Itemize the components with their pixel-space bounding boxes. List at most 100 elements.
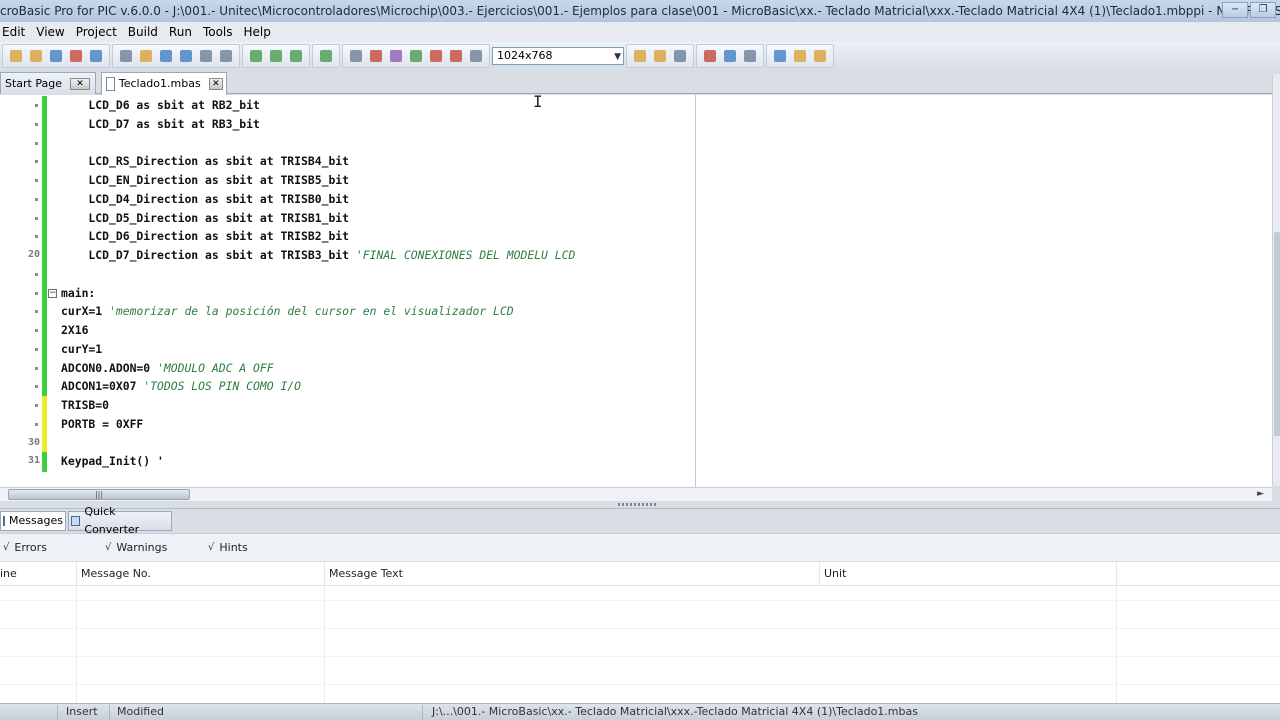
- code-line[interactable]: Keypad_Init() ': [61, 452, 164, 471]
- layout-delete-icon[interactable]: [671, 47, 689, 65]
- about-icon[interactable]: [811, 47, 829, 65]
- gutter-dot: [35, 366, 38, 370]
- menu-edit[interactable]: Edit: [0, 25, 33, 39]
- statistics-icon[interactable]: [701, 47, 719, 65]
- save-as-icon[interactable]: [197, 47, 215, 65]
- filter-hints[interactable]: √ Hints: [208, 541, 248, 554]
- code-line[interactable]: PORTB = 0XFF: [61, 415, 143, 434]
- code-line[interactable]: 2X16: [61, 321, 88, 340]
- column-message-no[interactable]: Message No.: [81, 567, 151, 580]
- column-line[interactable]: ine: [0, 567, 17, 580]
- filter-label: Warnings: [116, 541, 168, 554]
- menu-bar: Edit View Project Build Run Tools Help: [0, 22, 1280, 42]
- new-file-icon[interactable]: [117, 47, 135, 65]
- code-line[interactable]: LCD_EN_Direction as sbit at TRISB5_bit: [61, 171, 349, 190]
- column-unit[interactable]: Unit: [824, 567, 846, 580]
- checkbox-icon[interactable]: √: [105, 542, 111, 553]
- new-project-icon[interactable]: [27, 47, 45, 65]
- tab-teclado1[interactable]: Teclado1.mbas ✕: [101, 72, 227, 95]
- code-editor[interactable]: I LCD_D6 as sbit at RB2_bit LCD_D7 as sb…: [0, 95, 1272, 487]
- build-all-icon[interactable]: [267, 47, 285, 65]
- column-divider: [324, 586, 325, 703]
- menu-help[interactable]: Help: [241, 25, 279, 39]
- code-text: LCD_D4_Direction as sbit at TRISB0_bit: [61, 191, 350, 206]
- column-divider: [76, 586, 77, 703]
- menu-build[interactable]: Build: [125, 25, 166, 39]
- key-icon[interactable]: [791, 47, 809, 65]
- ascii-table-icon[interactable]: [721, 47, 739, 65]
- options-icon[interactable]: [427, 47, 445, 65]
- code-line[interactable]: main:: [61, 284, 95, 303]
- layout-save-icon[interactable]: [651, 47, 669, 65]
- code-line[interactable]: curY=1: [61, 340, 102, 359]
- terminal-icon[interactable]: [407, 47, 425, 65]
- print-icon[interactable]: [217, 47, 235, 65]
- checkbox-icon[interactable]: √: [3, 542, 9, 553]
- messages-table-header: ine Message No. Message Text Unit: [0, 562, 1280, 586]
- save-project-icon[interactable]: [47, 47, 65, 65]
- chip-icon[interactable]: [347, 47, 365, 65]
- menu-project[interactable]: Project: [73, 25, 125, 39]
- tab-label: Start Page: [5, 76, 62, 90]
- row-separator: [0, 628, 1280, 629]
- code-line[interactable]: ADCON0.ADON=0 'MODULO ADC A OFF: [61, 359, 274, 378]
- resolution-select[interactable]: 1024x768 ▼: [492, 47, 624, 65]
- save-file-icon[interactable]: [157, 47, 175, 65]
- horizontal-scrollbar[interactable]: ||| ►: [0, 487, 1272, 501]
- code-line[interactable]: LCD_RS_Direction as sbit at TRISB4_bit: [61, 152, 349, 171]
- filter-errors[interactable]: √ Errors: [3, 541, 47, 554]
- window-controls: − ❐: [1222, 2, 1276, 18]
- code-line[interactable]: LCD_D5_Direction as sbit at TRISB1_bit: [61, 209, 349, 228]
- open-file-icon[interactable]: [137, 47, 155, 65]
- close-icon[interactable]: ✕: [70, 77, 90, 90]
- messages-icon: [3, 516, 5, 526]
- help-icon[interactable]: [771, 47, 789, 65]
- tab-quick-converter[interactable]: Quick Converter: [68, 505, 172, 536]
- splitter-grip-icon[interactable]: [618, 503, 658, 506]
- run-icon[interactable]: [317, 47, 335, 65]
- build-program-icon[interactable]: [287, 47, 305, 65]
- fold-toggle-icon[interactable]: −: [48, 288, 57, 298]
- code-line[interactable]: TRISB=0: [61, 396, 109, 415]
- save-all-icon[interactable]: [177, 47, 195, 65]
- lcd-tool-icon[interactable]: [387, 47, 405, 65]
- filter-warnings[interactable]: √ Warnings: [105, 541, 167, 554]
- code-text: LCD_EN_Direction as sbit at TRISB5_bit: [61, 173, 350, 187]
- tool-icon[interactable]: [467, 47, 485, 65]
- edit-project-icon[interactable]: [87, 47, 105, 65]
- code-line[interactable]: LCD_D6_Direction as sbit at TRISB2_bit: [61, 227, 349, 246]
- open-project-icon[interactable]: [7, 47, 25, 65]
- column-message-text[interactable]: Message Text: [329, 567, 403, 580]
- editor-settings-icon[interactable]: [367, 47, 385, 65]
- layout-load-icon[interactable]: [631, 47, 649, 65]
- menu-run[interactable]: Run: [166, 25, 200, 39]
- vertical-scroll-thumb[interactable]: [1274, 232, 1280, 436]
- build-icon[interactable]: [247, 47, 265, 65]
- column-divider: [819, 562, 820, 586]
- line-number: 31: [27, 455, 40, 467]
- column-divider: [76, 562, 77, 586]
- close-icon[interactable]: ✕: [208, 78, 223, 90]
- menu-view[interactable]: View: [33, 25, 72, 39]
- code-line[interactable]: LCD_D6 as sbit at RB2_bit: [61, 96, 259, 115]
- close-project-icon[interactable]: [67, 47, 85, 65]
- right-margin-line: [695, 95, 696, 487]
- messages-list[interactable]: [0, 586, 1280, 703]
- tab-start-page[interactable]: Start Page ✕: [0, 72, 96, 94]
- code-line[interactable]: LCD_D7 as sbit at RB3_bit: [61, 115, 259, 134]
- minimize-button[interactable]: −: [1222, 2, 1248, 18]
- menu-tools[interactable]: Tools: [200, 25, 241, 39]
- vertical-scrollbar[interactable]: [1272, 74, 1280, 486]
- restore-button[interactable]: ❐: [1250, 2, 1276, 18]
- code-line[interactable]: ADCON1=0X07 'TODOS LOS PIN COMO I/O: [61, 377, 301, 396]
- scroll-right-icon[interactable]: ►: [1257, 488, 1264, 500]
- seven-segment-icon[interactable]: [741, 47, 759, 65]
- code-line[interactable]: LCD_D4_Direction as sbit at TRISB0_bit: [61, 190, 349, 209]
- code-line[interactable]: LCD_D7_Direction as sbit at TRISB3_bit '…: [61, 246, 575, 265]
- panel-splitter[interactable]: [0, 501, 1280, 509]
- checkbox-icon[interactable]: √: [208, 542, 214, 553]
- export-icon[interactable]: [447, 47, 465, 65]
- code-line[interactable]: curX=1 'memorizar de la posición del cur…: [61, 302, 514, 321]
- horizontal-scroll-thumb[interactable]: |||: [8, 489, 190, 500]
- tab-messages[interactable]: Messages: [0, 511, 66, 531]
